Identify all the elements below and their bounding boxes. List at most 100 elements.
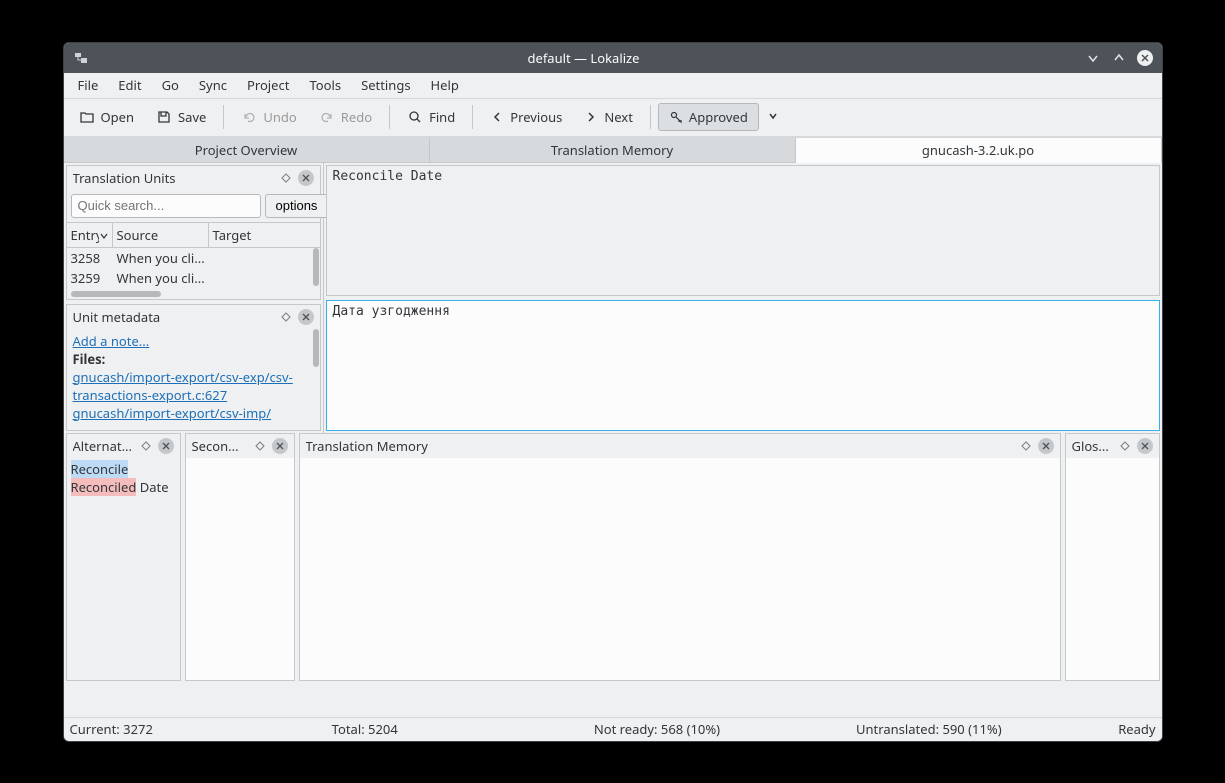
undo-icon: [241, 109, 257, 125]
minimize-button[interactable]: [1082, 47, 1104, 69]
find-label: Find: [429, 108, 455, 126]
files-label: Files:: [73, 350, 106, 368]
vertical-scrollbar[interactable]: [313, 329, 319, 367]
folder-open-icon: [79, 109, 95, 125]
file-link[interactable]: gnucash/import-export/csv-exp/csv-transa…: [73, 368, 293, 404]
editor-column: Reconcile Date Дата узгодження: [324, 163, 1162, 433]
tab-translation-memory[interactable]: Translation Memory: [430, 138, 796, 163]
app-icon: [72, 49, 90, 67]
panel-title: Alternat...: [73, 437, 134, 455]
quick-search-input[interactable]: [71, 194, 261, 218]
close-panel-icon[interactable]: [298, 170, 314, 186]
detach-icon[interactable]: [138, 438, 154, 454]
target-text-input[interactable]: Дата узгодження: [326, 300, 1160, 431]
unit-metadata-panel: Unit metadata Add a note... Files: gnuca…: [66, 304, 321, 431]
glossary-panel: Glos...: [1065, 433, 1160, 681]
menu-tools[interactable]: Tools: [299, 73, 351, 97]
status-untranslated: Untranslated: 590 (11%): [856, 720, 1118, 738]
panel-header: Translation Units: [67, 166, 320, 190]
save-icon: [156, 109, 172, 125]
detach-icon[interactable]: [1018, 438, 1034, 454]
tab-project-overview[interactable]: Project Overview: [64, 138, 430, 163]
horizontal-scrollbar[interactable]: [71, 291, 161, 297]
menu-file[interactable]: File: [68, 73, 109, 97]
toolbar-sep: [223, 105, 224, 129]
previous-button[interactable]: Previous: [480, 104, 572, 130]
panel-header: Alternat...: [67, 434, 180, 458]
toolbar: Open Save Undo Redo Find: [64, 99, 1162, 137]
panel-header: Unit metadata: [67, 305, 320, 329]
approved-dropdown[interactable]: [761, 104, 785, 130]
panel-header: Translation Memory: [300, 434, 1060, 458]
undo-button[interactable]: Undo: [231, 104, 306, 130]
menu-settings[interactable]: Settings: [351, 73, 420, 97]
toolbar-sep: [472, 105, 473, 129]
chevron-down-icon: [767, 108, 779, 126]
vertical-scrollbar[interactable]: [313, 248, 319, 286]
next-button[interactable]: Next: [574, 104, 643, 130]
add-note-link[interactable]: Add a note...: [73, 332, 150, 350]
menu-go[interactable]: Go: [152, 73, 189, 97]
detach-icon[interactable]: [278, 309, 294, 325]
table-row[interactable]: 3259 When you cli...: [67, 268, 320, 288]
sort-icon: [100, 226, 108, 244]
close-panel-icon[interactable]: [158, 438, 174, 454]
panel-title: Glos...: [1072, 437, 1113, 455]
save-label: Save: [178, 108, 206, 126]
glossary-body: [1066, 458, 1159, 680]
detach-icon[interactable]: [278, 170, 294, 186]
main-area: Translation Units options: [64, 163, 1162, 717]
diff-deleted: Reconciled: [71, 478, 137, 496]
maximize-button[interactable]: [1108, 47, 1130, 69]
app-window: default — Lokalize File Edit Go Sync Pro…: [63, 42, 1163, 742]
search-icon: [407, 109, 423, 125]
statusbar: Current: 3272 Total: 5204 Not ready: 568…: [64, 717, 1162, 741]
close-panel-icon[interactable]: [1038, 438, 1054, 454]
menu-project[interactable]: Project: [237, 73, 299, 97]
close-panel-icon[interactable]: [272, 438, 288, 454]
source-text-view: Reconcile Date: [326, 165, 1160, 296]
file-link[interactable]: gnucash/import-export/csv-imp/: [73, 404, 272, 422]
status-ready: Ready: [1118, 720, 1155, 738]
next-label: Next: [604, 108, 633, 126]
save-button[interactable]: Save: [146, 104, 216, 130]
panel-header: Glos...: [1066, 434, 1159, 458]
col-source[interactable]: Source: [113, 223, 209, 247]
status-not-ready: Not ready: 568 (10%): [594, 720, 856, 738]
redo-button[interactable]: Redo: [309, 104, 382, 130]
options-button[interactable]: options: [265, 194, 329, 218]
close-button[interactable]: [1134, 47, 1156, 69]
key-icon: [669, 110, 683, 124]
diff-inserted: Reconcile: [71, 460, 129, 478]
lower-area: Alternat... Reconcile Reconciled Date Se…: [64, 433, 1162, 683]
open-button[interactable]: Open: [69, 104, 145, 130]
chevron-left-icon: [490, 110, 504, 124]
close-panel-icon[interactable]: [298, 309, 314, 325]
menu-help[interactable]: Help: [421, 73, 469, 97]
panel-title: Secon...: [192, 437, 248, 455]
cell-source: When you cli...: [113, 248, 263, 268]
col-entry[interactable]: Entry: [67, 223, 113, 247]
table-rows: 3258 When you cli... 3259 When you cli..…: [67, 248, 320, 288]
redo-icon: [319, 109, 335, 125]
close-panel-icon[interactable]: [1137, 438, 1153, 454]
translation-memory-panel: Translation Memory: [299, 433, 1061, 681]
approved-toggle[interactable]: Approved: [658, 103, 759, 131]
metadata-body: Add a note... Files: gnucash/import-expo…: [67, 329, 320, 430]
col-target[interactable]: Target: [209, 223, 320, 247]
table-row[interactable]: 3258 When you cli...: [67, 248, 320, 268]
panel-title: Translation Units: [73, 169, 274, 187]
menu-sync[interactable]: Sync: [189, 73, 237, 97]
approved-label: Approved: [689, 108, 748, 126]
toolbar-sep: [389, 105, 390, 129]
document-tabs: Project Overview Translation Memory gnuc…: [64, 137, 1162, 163]
tab-file[interactable]: gnucash-3.2.uk.po: [796, 138, 1162, 163]
table-header: Entry Source Target: [67, 222, 320, 248]
find-button[interactable]: Find: [397, 104, 465, 130]
menu-edit[interactable]: Edit: [108, 73, 151, 97]
redo-label: Redo: [341, 108, 372, 126]
alternate-translations-panel: Alternat... Reconcile Reconciled Date: [66, 433, 181, 681]
detach-icon[interactable]: [1117, 438, 1133, 454]
detach-icon[interactable]: [252, 438, 268, 454]
alternate-body: Reconcile Reconciled Date: [67, 458, 180, 680]
